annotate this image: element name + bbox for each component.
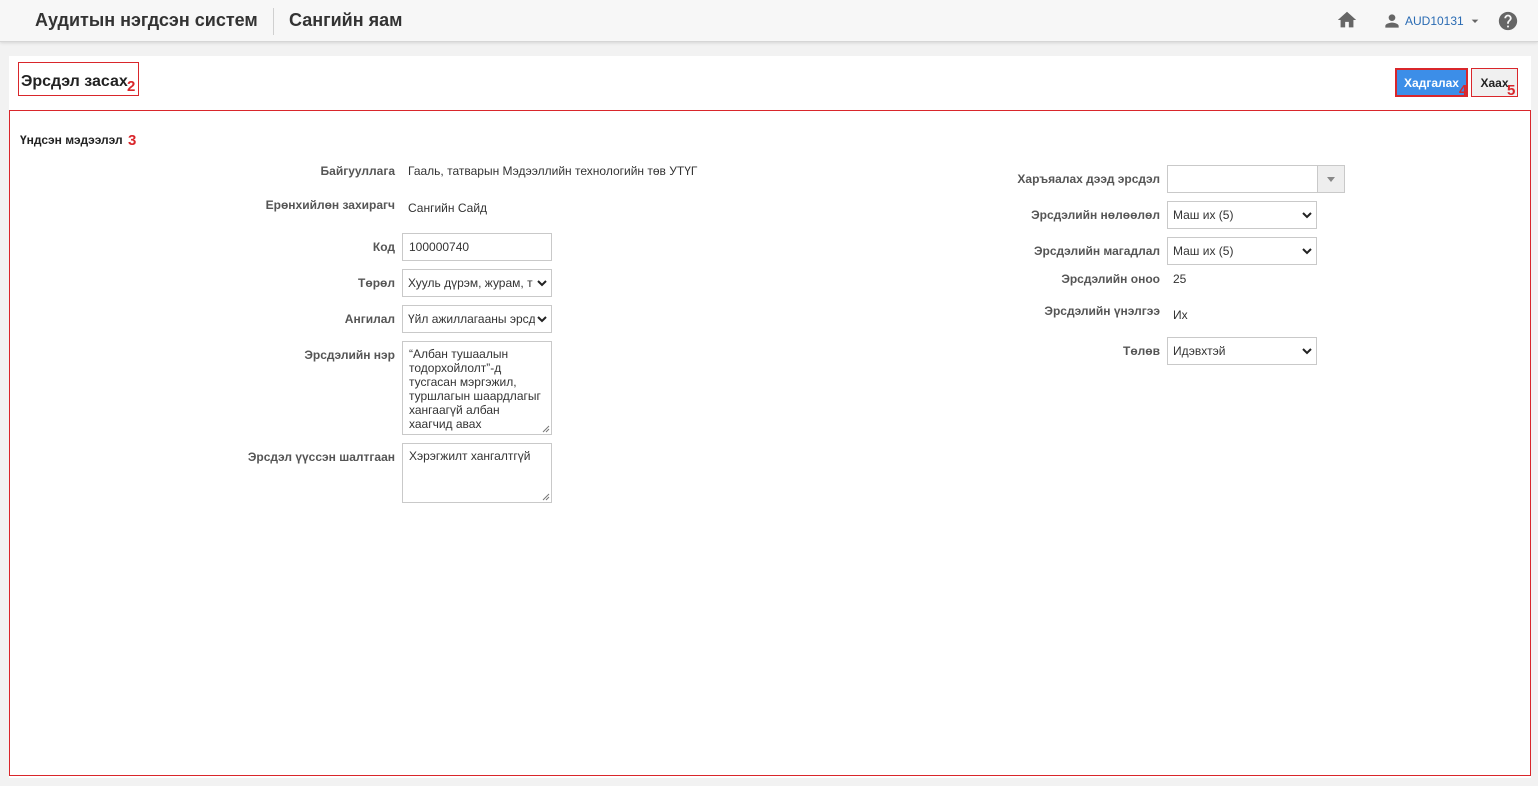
type-select[interactable]: Хууль дүрэм, журам, т — [402, 269, 552, 297]
score-value: 25 — [1173, 272, 1187, 286]
resize-handle-icon[interactable] — [542, 425, 550, 433]
impact-label: Эрсдэлийн нөлөөлөл — [1031, 208, 1160, 222]
save-button[interactable]: Хадгалах — [1395, 68, 1468, 97]
risk-cause-value: Хэрэгжилт хангалтгүй — [409, 449, 531, 463]
impact-select[interactable]: Маш их (5) — [1167, 201, 1317, 229]
chevron-down-icon — [1302, 248, 1312, 255]
page-heading: Эрсдэл засах — [21, 73, 128, 90]
caret-down-icon — [1471, 19, 1479, 23]
module-title: Сангийн яам — [289, 10, 403, 30]
home-button[interactable] — [1336, 9, 1358, 31]
parent-risk-combobox[interactable] — [1167, 165, 1345, 193]
chevron-down-icon — [1302, 212, 1312, 219]
organization-value: Гааль, татварын Мэдээллийн технологийн т… — [408, 164, 698, 178]
manager-value: Сангийн Сайд — [408, 201, 488, 215]
code-label: Код — [372, 240, 395, 254]
probability-select[interactable]: Маш их (5) — [1167, 237, 1317, 265]
rating-value: Их — [1173, 308, 1188, 322]
score-label: Эрсдэлийн оноо — [1061, 272, 1160, 286]
chevron-down-icon — [537, 316, 547, 323]
risk-name-textarea[interactable]: “Албан тушаалын тодорхойлолт”-д тусгасан… — [402, 341, 552, 435]
annotation-marker: 5 — [1507, 82, 1516, 99]
organization-label: Байгууллага — [320, 164, 395, 178]
type-label: Төрөл — [358, 276, 395, 290]
category-select[interactable]: Үйл ажиллагааны эрсд — [402, 305, 552, 333]
manager-label: Ерөнхийлөн захирагч — [265, 198, 395, 212]
chevron-down-icon — [537, 280, 547, 287]
risk-name-value: “Албан тушаалын тодорхойлолт”-д тусгасан… — [409, 347, 541, 431]
risk-cause-label: Эрсдэл үүссэн шалтгаан — [247, 450, 395, 464]
user-menu[interactable]: AUD10131 — [1382, 10, 1483, 32]
status-label: Төлөв — [1123, 344, 1160, 358]
category-label: Ангилал — [344, 312, 395, 326]
home-icon — [1337, 11, 1357, 28]
resize-handle-icon[interactable] — [542, 493, 550, 501]
section-title: Үндсэн мэдээлэл — [20, 133, 123, 147]
risk-name-label: Эрсдэлийн нэр — [304, 348, 395, 362]
rating-label: Эрсдэлийн үнэлгээ — [1044, 304, 1160, 318]
help-icon — [1498, 11, 1518, 31]
risk-cause-textarea[interactable]: Хэрэгжилт хангалтгүй — [402, 443, 552, 503]
parent-risk-label: Харъяалах дээд эрсдэл — [1017, 172, 1160, 186]
user-icon — [1385, 14, 1399, 28]
app-title: Аудитын нэгдсэн систем — [35, 10, 258, 30]
caret-down-icon — [1327, 177, 1335, 182]
chevron-down-icon — [1302, 348, 1312, 355]
impact-select-value: Маш их (5) — [1173, 208, 1234, 222]
help-button[interactable] — [1497, 10, 1519, 32]
top-bar: Аудитын нэгдсэн систем Сангийн яам AUD10… — [0, 0, 1538, 42]
type-select-value: Хууль дүрэм, журам, т — [408, 276, 533, 290]
code-input[interactable]: 100000740 — [402, 233, 552, 261]
annotation-marker: 2 — [127, 78, 136, 95]
user-name[interactable]: AUD10131 — [1405, 14, 1464, 28]
category-select-value: Үйл ажиллагааны эрсд — [408, 312, 535, 326]
annotation-marker: 3 — [128, 132, 137, 149]
status-select-value: Идэвхтэй — [1173, 344, 1226, 358]
annotation-marker: 4 — [1459, 82, 1468, 99]
probability-label: Эрсдэлийн магадлал — [1033, 244, 1160, 258]
probability-select-value: Маш их (5) — [1173, 244, 1234, 258]
status-select[interactable]: Идэвхтэй — [1167, 337, 1317, 365]
parent-risk-dropdown-button[interactable] — [1317, 166, 1344, 192]
title-divider — [273, 8, 274, 35]
